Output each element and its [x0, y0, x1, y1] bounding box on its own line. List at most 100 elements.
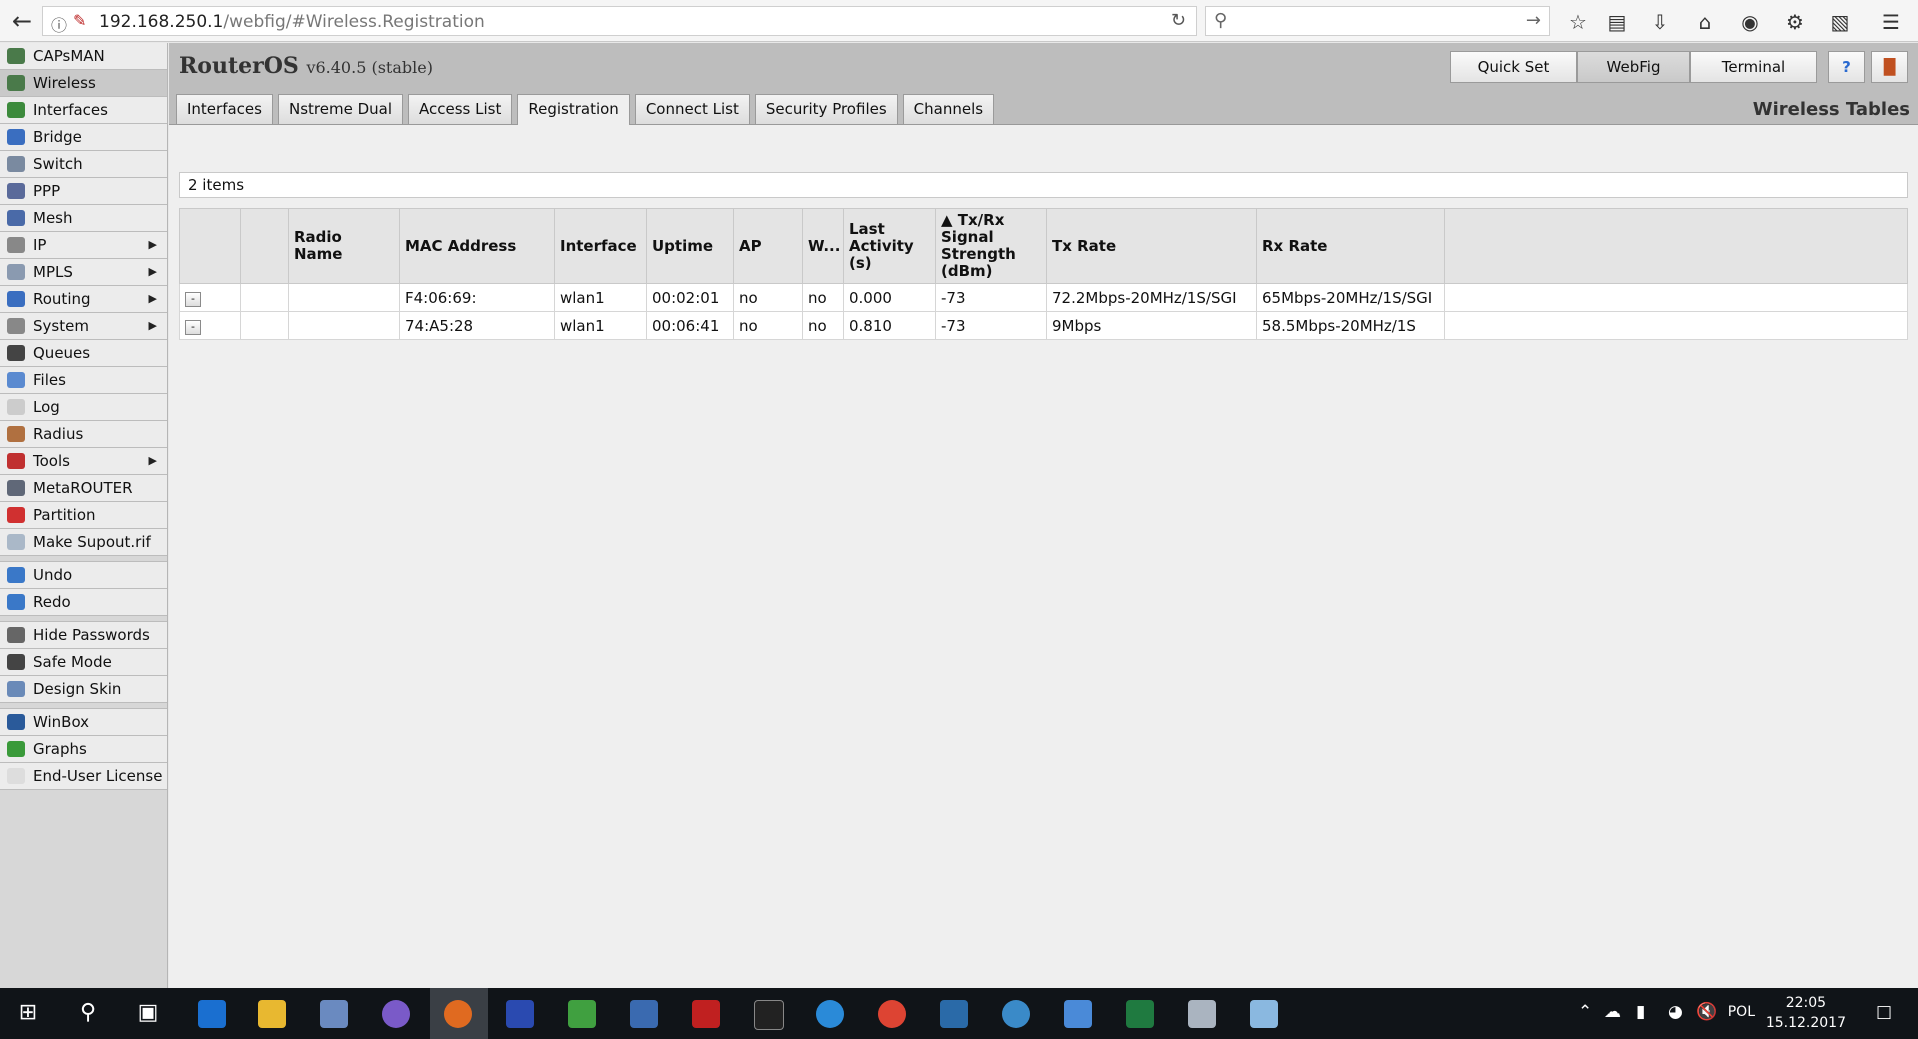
vk-app-icon[interactable]	[940, 1000, 968, 1028]
column-header[interactable]	[1444, 208, 1908, 284]
viber-icon[interactable]	[382, 1000, 410, 1028]
tab-nstreme-dual[interactable]: Nstreme Dual	[277, 94, 403, 124]
column-header[interactable]: AP	[733, 208, 803, 284]
column-header[interactable]: Last Activity (s)	[843, 208, 936, 284]
file-explorer-icon[interactable]	[258, 1000, 286, 1028]
table-row[interactable]: - F4:06:69: wlan1 00:02:01 no no 0.000 -73 72.2M…	[179, 283, 1908, 312]
sidebar-item-log[interactable]: Log	[0, 394, 167, 421]
disable-row-button[interactable]: -	[185, 292, 201, 307]
quick-set-button[interactable]: Quick Set	[1450, 51, 1577, 83]
volume-muted-icon[interactable]: 🔇	[1696, 1002, 1717, 1022]
tab-interfaces[interactable]: Interfaces	[176, 94, 273, 124]
tray-chevron-icon[interactable]: ⌃	[1578, 1002, 1592, 1022]
internet-explorer-icon[interactable]	[816, 1000, 844, 1028]
info-icon[interactable]: ⓘ	[51, 12, 67, 36]
insecure-lock-icon[interactable]: ✎	[73, 11, 86, 30]
language-indicator[interactable]: POL	[1728, 1004, 1755, 1020]
battery-icon[interactable]: ▮	[1636, 1002, 1645, 1022]
notes-app-icon[interactable]	[1250, 1000, 1278, 1028]
help-icon[interactable]: ?	[1828, 51, 1865, 83]
sidebar-item-winbox[interactable]: WinBox	[0, 709, 167, 736]
window-app-icon[interactable]	[1064, 1000, 1092, 1028]
excel-icon[interactable]	[1126, 1000, 1154, 1028]
sidebar-item-hide-passwords[interactable]: Hide Passwords	[0, 622, 167, 649]
tab-access-list[interactable]: Access List	[408, 94, 513, 124]
sidebar-item-radius[interactable]: Radius	[0, 421, 167, 448]
column-header[interactable]: ▲ Tx/Rx Signal Strength (dBm)	[935, 208, 1047, 284]
sidebar-item-mpls[interactable]: MPLS ▶	[0, 259, 167, 286]
menu-hamburger-icon[interactable]: ☰	[1876, 8, 1906, 36]
remote-app-icon[interactable]	[630, 1000, 658, 1028]
save-app-icon[interactable]	[506, 1000, 534, 1028]
reload-icon[interactable]: ↻	[1171, 10, 1186, 31]
wifi-icon[interactable]: ◕	[1668, 1002, 1683, 1022]
task-view-icon[interactable]: ▣	[132, 997, 164, 1029]
edge-browser-icon[interactable]	[198, 1000, 226, 1028]
reading-list-icon[interactable]: ▤	[1602, 8, 1632, 36]
column-header[interactable]: MAC Address	[399, 208, 555, 284]
column-header[interactable]: Interface	[554, 208, 647, 284]
sidebar-item-wireless[interactable]: Wireless	[0, 70, 167, 97]
sidebar-item-safe-mode[interactable]: Safe Mode	[0, 649, 167, 676]
firefox-icon[interactable]	[444, 1000, 472, 1028]
sidebar-item-ip[interactable]: IP ▶	[0, 232, 167, 259]
sidebar-item-design-skin[interactable]: Design Skin	[0, 676, 167, 703]
tab-connect-list[interactable]: Connect List	[634, 94, 750, 124]
sidebar-item-queues[interactable]: Queues	[0, 340, 167, 367]
customize-icon[interactable]: ⚙	[1780, 8, 1810, 36]
table-row[interactable]: -74:A5:28 wlan1 00:06:41 no no 0.810 -73 9Mbps 5…	[179, 311, 1908, 340]
column-header[interactable]	[179, 208, 241, 284]
address-bar[interactable]: ⓘ ✎ 192.168.250.1/webfig/#Wireless.Regis…	[42, 6, 1197, 36]
extension-icon[interactable]: ▧	[1825, 8, 1855, 36]
terminal-button[interactable]: Terminal	[1690, 51, 1817, 83]
clock[interactable]: 22:05 15.12.2017	[1766, 993, 1846, 1033]
column-header[interactable]: W...	[802, 208, 844, 284]
notifications-icon[interactable]: □	[1876, 1002, 1892, 1022]
sidebar-item-mesh[interactable]: Mesh	[0, 205, 167, 232]
chrome-icon[interactable]	[878, 1000, 906, 1028]
sidebar-item-routing[interactable]: Routing ▶	[0, 286, 167, 313]
url-text[interactable]: 192.168.250.1/webfig/#Wireless.Registrat…	[99, 12, 485, 32]
column-header[interactable]: Radio Name	[288, 208, 400, 284]
terminal-app-icon[interactable]	[754, 1000, 784, 1030]
onedrive-icon[interactable]: ☁	[1604, 1002, 1621, 1022]
sidebar-item-partition[interactable]: Partition	[0, 502, 167, 529]
network-app-icon[interactable]	[320, 1000, 348, 1028]
search-go-icon[interactable]: →	[1526, 10, 1541, 31]
sidebar-item-ppp[interactable]: PPP	[0, 178, 167, 205]
search-bar[interactable]: ⚲ →	[1205, 6, 1550, 36]
search-icon[interactable]: ⚲	[72, 997, 104, 1029]
mail-app-icon[interactable]	[1188, 1000, 1216, 1028]
windows-start-icon[interactable]: ⊞	[12, 997, 44, 1029]
sidebar-item-capsman[interactable]: CAPsMAN	[0, 43, 167, 70]
home-icon[interactable]: ⌂	[1690, 8, 1720, 36]
tool-app-icon[interactable]	[568, 1000, 596, 1028]
sidebar-item-tools[interactable]: Tools ▶	[0, 448, 167, 475]
tab-security-profiles[interactable]: Security Profiles	[754, 94, 898, 124]
tab-registration[interactable]: Registration	[517, 94, 630, 126]
webfig-button[interactable]: WebFig	[1577, 51, 1690, 83]
sidebar-item-interfaces[interactable]: Interfaces	[0, 97, 167, 124]
sidebar-item-graphs[interactable]: Graphs	[0, 736, 167, 763]
sidebar-item-make-supout-rif[interactable]: Make Supout.rif	[0, 529, 167, 556]
sidebar-item-metarouter[interactable]: MetaROUTER	[0, 475, 167, 502]
logout-icon[interactable]: █	[1871, 51, 1908, 83]
sidebar-item-redo[interactable]: Redo	[0, 589, 167, 616]
column-header[interactable]: Tx Rate	[1046, 208, 1257, 284]
column-header[interactable]: Rx Rate	[1256, 208, 1445, 284]
sidebar-item-end-user-license[interactable]: End-User License	[0, 763, 167, 790]
column-header[interactable]: Uptime	[646, 208, 734, 284]
sidebar-item-switch[interactable]: Switch	[0, 151, 167, 178]
pocket-icon[interactable]: ◉	[1735, 8, 1765, 36]
sidebar-item-undo[interactable]: Undo	[0, 562, 167, 589]
globe-app-icon[interactable]	[1002, 1000, 1030, 1028]
bookmark-star-icon[interactable]: ☆	[1563, 8, 1593, 36]
downloads-icon[interactable]: ⇩	[1645, 8, 1675, 36]
sidebar-item-system[interactable]: System ▶	[0, 313, 167, 340]
tab-channels[interactable]: Channels	[902, 94, 995, 124]
sidebar-item-bridge[interactable]: Bridge	[0, 124, 167, 151]
disable-row-button[interactable]: -	[185, 320, 201, 335]
back-arrow-icon[interactable]: ←	[6, 6, 38, 36]
red-app-icon[interactable]	[692, 1000, 720, 1028]
sidebar-item-files[interactable]: Files	[0, 367, 167, 394]
